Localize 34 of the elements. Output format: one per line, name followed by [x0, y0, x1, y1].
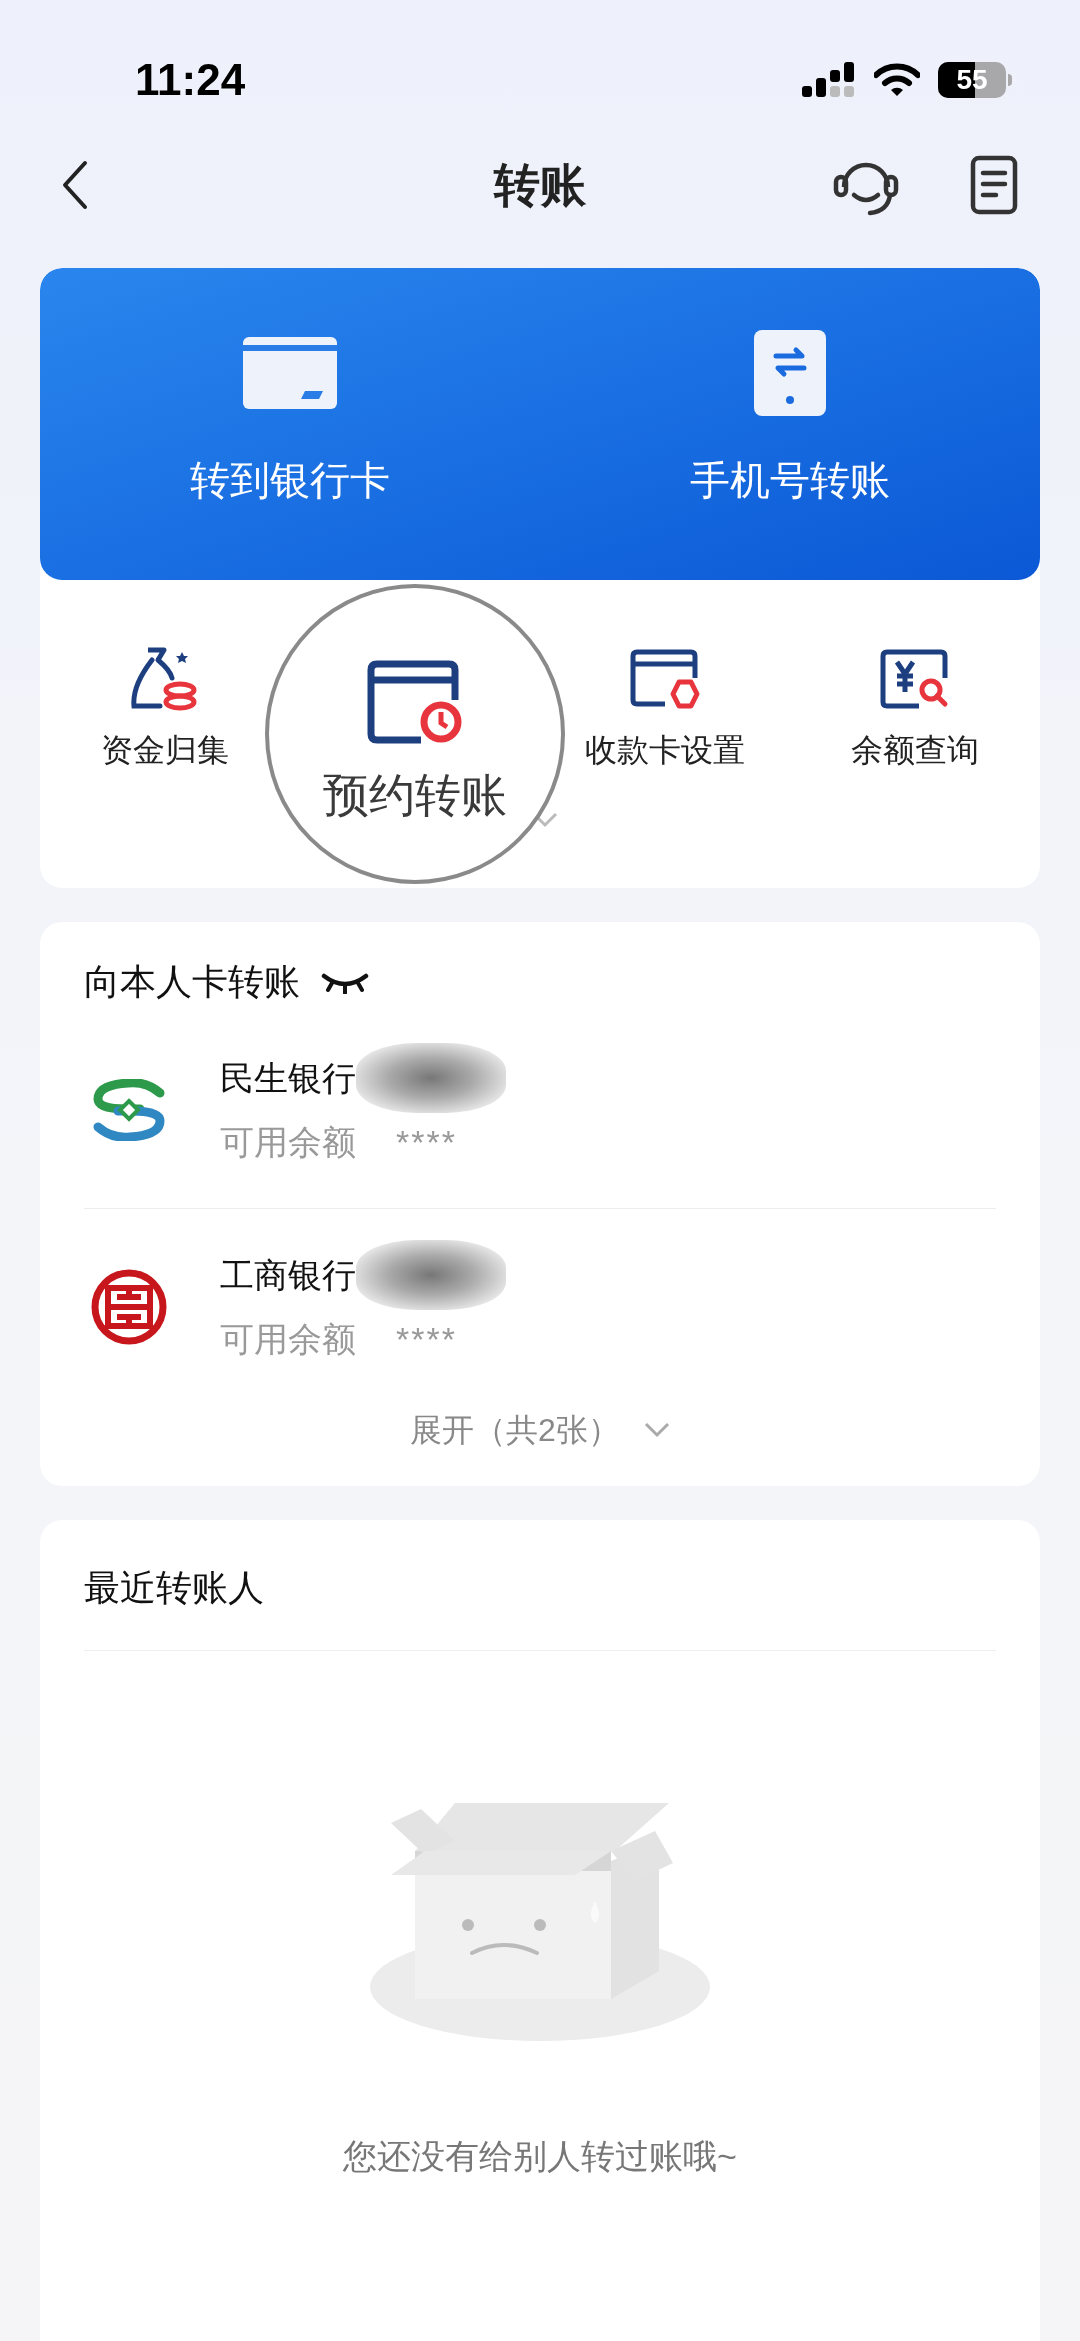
document-icon[interactable]	[970, 155, 1018, 215]
balance-value: ****	[396, 1321, 457, 1356]
signal-icon	[802, 62, 856, 98]
transfer-option-label: 转到银行卡	[190, 460, 390, 500]
balance-label: 可用余额	[220, 1321, 356, 1356]
chevron-down-icon	[643, 1422, 670, 1438]
magnifier-lens[interactable]: 预约转账	[265, 584, 565, 884]
transfer-option-button[interactable]: 手机号转账	[540, 268, 1040, 580]
quick-action-label: 预约转账	[323, 772, 507, 818]
quick-action-label: 余额查询	[851, 734, 979, 766]
quick-action-label: 收款卡设置	[585, 734, 745, 766]
empty-state-message: 您还没有给别人转过账哦~	[343, 2139, 737, 2173]
status-time: 11:24	[135, 54, 246, 106]
quick-action-button[interactable]: 收款卡设置	[585, 642, 745, 772]
phone-transfer-icon	[754, 330, 826, 416]
card-clock-icon	[367, 660, 463, 746]
page-title: 转账	[494, 157, 586, 213]
transfer-option-button[interactable]: 转到银行卡	[40, 268, 540, 580]
bank-name: 民生银行	[220, 1061, 356, 1095]
back-button[interactable]	[62, 160, 88, 210]
quick-action-button[interactable]: 余额查询	[851, 642, 979, 772]
bank-card-icon	[243, 337, 337, 409]
transfer-option-label: 手机号转账	[690, 460, 890, 500]
expand-button[interactable]: 展开（共2张）	[410, 1414, 670, 1446]
wifi-icon	[874, 63, 920, 97]
quick-action-button[interactable]: 资金归集	[101, 642, 229, 772]
section-title: 向本人卡转账	[84, 964, 300, 1000]
bank-name: 工商银行	[220, 1257, 356, 1292]
balance-label: 可用余额	[220, 1125, 356, 1159]
quick-action-label: 资金归集	[101, 734, 229, 766]
balance-value: ****	[396, 1125, 457, 1159]
account-row[interactable]: 工商银行 可用余额 ****	[84, 1208, 996, 1404]
section-title: 最近转账人	[84, 1570, 996, 1651]
account-row[interactable]: 民生银行 可用余额 ****	[84, 1012, 996, 1208]
